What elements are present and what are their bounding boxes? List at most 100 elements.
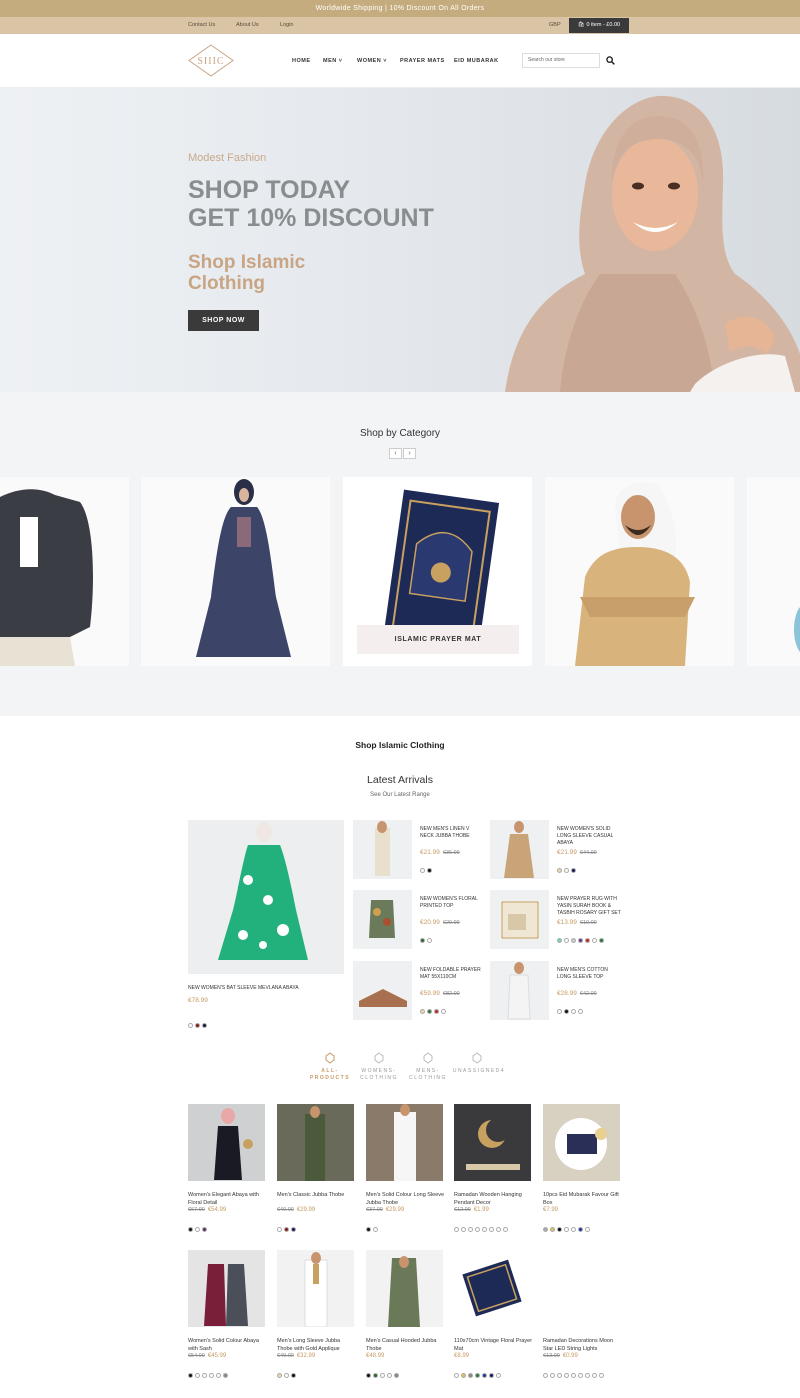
latest-item-image[interactable] (490, 890, 549, 949)
color-swatch[interactable] (482, 1227, 487, 1233)
color-swatch[interactable] (578, 1227, 583, 1233)
product-image[interactable] (366, 1250, 443, 1327)
color-swatch[interactable] (387, 1373, 392, 1379)
color-swatch[interactable] (585, 1227, 590, 1233)
color-swatch[interactable] (366, 1373, 371, 1379)
color-swatch[interactable] (454, 1373, 459, 1379)
color-swatch[interactable] (543, 1227, 548, 1233)
color-swatch[interactable] (284, 1373, 289, 1379)
color-swatch[interactable] (564, 1009, 569, 1015)
nav-men[interactable]: MEN ˅ (323, 34, 342, 88)
color-swatch[interactable] (188, 1023, 193, 1029)
product-image[interactable] (277, 1104, 354, 1181)
color-swatch[interactable] (571, 1227, 576, 1233)
color-swatch[interactable] (188, 1227, 193, 1233)
product-name[interactable]: Women's Solid Colour Abaya with Sash (188, 1337, 268, 1353)
color-swatch[interactable] (571, 868, 576, 874)
color-swatch[interactable] (202, 1023, 207, 1029)
cart-button[interactable]: 🛍 0 item - £0.00 (569, 18, 629, 33)
color-swatch[interactable] (468, 1227, 473, 1233)
color-swatch[interactable] (571, 938, 576, 944)
color-swatch[interactable] (489, 1227, 494, 1233)
latest-item-name[interactable]: NEW MEN'S COTTON LONG SLEEVE TOP (557, 967, 621, 981)
color-swatch[interactable] (557, 938, 562, 944)
latest-item-image[interactable] (353, 820, 412, 879)
color-swatch[interactable] (380, 1373, 385, 1379)
color-swatch[interactable] (475, 1227, 480, 1233)
color-swatch[interactable] (564, 1227, 569, 1233)
nav-prayer-mats[interactable]: PRAYER MATS (400, 34, 445, 88)
color-swatch[interactable] (578, 1373, 583, 1379)
color-swatch[interactable] (420, 868, 425, 874)
product-name[interactable]: Men's Classic Jubba Thobe (277, 1191, 357, 1199)
nav-women[interactable]: WOMEN ˅ (357, 34, 387, 88)
color-swatch[interactable] (550, 1373, 555, 1379)
color-swatch[interactable] (496, 1373, 501, 1379)
product-name[interactable]: Ramadan Wooden Hanging Pendant Decor (454, 1191, 534, 1207)
nav-eid-mubarak[interactable]: EID MUBARAK (454, 34, 499, 88)
product-image[interactable] (543, 1104, 620, 1181)
nav-home[interactable]: HOME (292, 34, 311, 88)
color-swatch[interactable] (585, 938, 590, 944)
color-swatch[interactable] (195, 1023, 200, 1029)
color-swatch[interactable] (489, 1373, 494, 1379)
color-swatch[interactable] (284, 1227, 289, 1233)
color-swatch[interactable] (427, 1009, 432, 1015)
color-swatch[interactable] (441, 1009, 446, 1015)
site-logo[interactable]: SIIIC (188, 44, 234, 77)
color-swatch[interactable] (599, 938, 604, 944)
color-swatch[interactable] (550, 1227, 555, 1233)
category-card-thobes[interactable] (545, 477, 734, 666)
latest-item-name[interactable]: NEW PRAYER RUG WITH YASIN SURAH BOOK & T… (557, 896, 621, 917)
color-swatch[interactable] (557, 1009, 562, 1015)
color-swatch[interactable] (578, 1009, 583, 1015)
color-swatch[interactable] (195, 1227, 200, 1233)
latest-item-image[interactable] (490, 820, 549, 879)
product-image[interactable] (366, 1104, 443, 1181)
product-name[interactable]: Men's Casual Hooded Jubba Thobe (366, 1337, 446, 1353)
carousel-next-button[interactable]: › (403, 448, 416, 459)
product-name[interactable]: Women's Elegant Abaya with Floral Detail (188, 1191, 268, 1207)
featured-product-image[interactable] (188, 820, 344, 974)
about-us-link[interactable]: About Us (236, 17, 259, 34)
color-swatch[interactable] (543, 1373, 548, 1379)
category-card-womens[interactable] (141, 477, 330, 666)
search-input[interactable]: Search our store (522, 53, 600, 68)
color-swatch[interactable] (277, 1227, 282, 1233)
color-swatch[interactable] (454, 1227, 459, 1233)
product-image[interactable] (188, 1104, 265, 1181)
color-swatch[interactable] (557, 868, 562, 874)
color-swatch[interactable] (461, 1227, 466, 1233)
color-swatch[interactable] (188, 1373, 193, 1379)
color-swatch[interactable] (585, 1373, 590, 1379)
color-swatch[interactable] (202, 1227, 207, 1233)
color-swatch[interactable] (195, 1373, 200, 1379)
color-swatch[interactable] (420, 938, 425, 944)
product-image[interactable] (543, 1250, 620, 1327)
color-swatch[interactable] (434, 1009, 439, 1015)
color-swatch[interactable] (571, 1009, 576, 1015)
product-name[interactable]: Men's Long Sleeve Jubba Thobe with Gold … (277, 1337, 357, 1353)
product-image[interactable] (277, 1250, 354, 1327)
product-name[interactable]: Men's Solid Colour Long Sleeve Jubba Tho… (366, 1191, 446, 1207)
tab-womens-clothing[interactable]: WOMENS-CLOTHING (355, 1068, 403, 1082)
tab-all-products[interactable]: ALL-PRODUCTS (306, 1068, 354, 1082)
color-swatch[interactable] (427, 938, 432, 944)
product-name[interactable]: Ramadan Decorations Moon Star LED String… (543, 1337, 623, 1353)
color-swatch[interactable] (496, 1227, 501, 1233)
latest-item-image[interactable] (490, 961, 549, 1020)
latest-item-image[interactable] (353, 961, 412, 1020)
color-swatch[interactable] (394, 1373, 399, 1379)
color-swatch[interactable] (373, 1227, 378, 1233)
color-swatch[interactable] (564, 868, 569, 874)
shop-now-button[interactable]: SHOP NOW (188, 310, 259, 331)
color-swatch[interactable] (366, 1227, 371, 1233)
color-swatch[interactable] (564, 1373, 569, 1379)
product-image[interactable] (188, 1250, 265, 1327)
color-swatch[interactable] (291, 1373, 296, 1379)
color-swatch[interactable] (571, 1373, 576, 1379)
latest-item-name[interactable]: NEW WOMEN'S FLORAL PRINTED TOP (420, 896, 484, 910)
color-swatch[interactable] (202, 1373, 207, 1379)
category-card-partial[interactable] (747, 477, 800, 666)
product-image[interactable] (454, 1250, 531, 1327)
